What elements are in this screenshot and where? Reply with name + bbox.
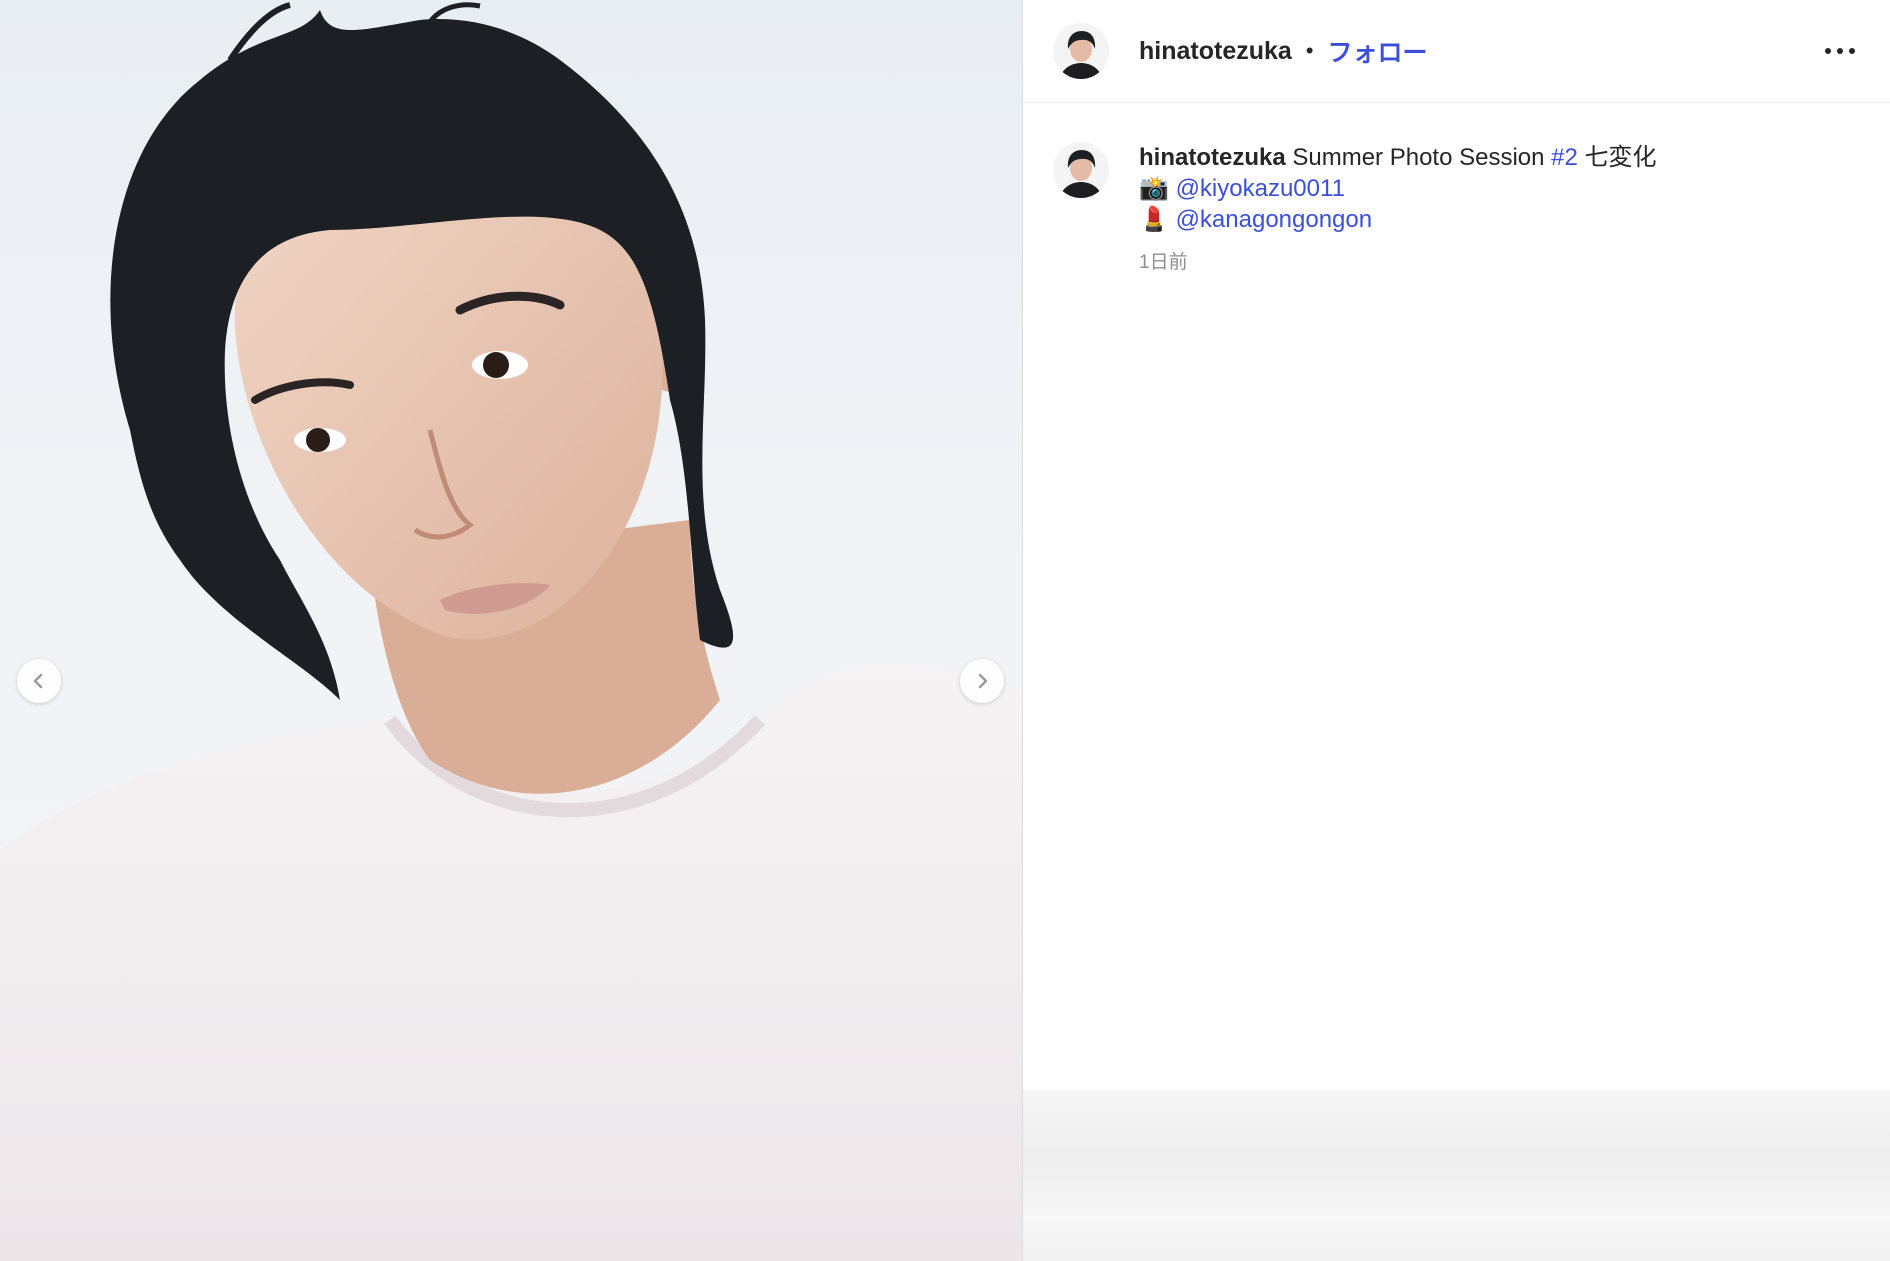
lipstick-emoji-icon: 💄 — [1139, 206, 1169, 233]
makeup-mention-link[interactable]: @kanagongongon — [1176, 206, 1373, 233]
post-timestamp[interactable]: 1日前 — [1139, 247, 1657, 278]
chevron-right-icon — [978, 673, 988, 689]
more-horizontal-icon — [1825, 48, 1855, 54]
caption-body: hinatotezuka Summer Photo Session #2 七変化… — [1139, 142, 1657, 278]
caption-line-2: 📸 @kiyokazu0011 — [1139, 173, 1657, 204]
chevron-left-icon — [33, 673, 43, 689]
caption-username-link[interactable]: hinatotezuka — [1139, 144, 1286, 171]
separator-dot: • — [1305, 38, 1314, 63]
post-header: hinatotezuka • フォロー — [1023, 0, 1890, 103]
post-caption: hinatotezuka Summer Photo Session #2 七変化… — [1053, 142, 1657, 278]
carousel-previous-button[interactable] — [17, 659, 61, 703]
caption-line-1: hinatotezuka Summer Photo Session #2 七変化 — [1139, 142, 1657, 173]
post-side-panel: hinatotezuka • フォロー hinatotezuka Summer … — [1022, 0, 1890, 1261]
post-photo — [0, 2, 1022, 1261]
author-username-link[interactable]: hinatotezuka — [1139, 37, 1292, 66]
caption-text: Summer Photo Session — [1292, 144, 1545, 171]
post-media[interactable] — [0, 0, 1022, 1261]
camera-emoji-icon: 📸 — [1139, 175, 1169, 202]
panel-lower-area — [1023, 1090, 1890, 1261]
caption-author-avatar[interactable] — [1053, 142, 1109, 198]
author-avatar[interactable] — [1053, 23, 1109, 79]
instagram-post-view: hinatotezuka • フォロー hinatotezuka Summer … — [0, 0, 1890, 1261]
avatar-image — [1053, 142, 1109, 198]
hashtag-link[interactable]: #2 — [1551, 144, 1578, 171]
follow-button[interactable]: フォロー — [1328, 33, 1428, 69]
avatar-image — [1053, 23, 1109, 79]
caption-line-3: 💄 @kanagongongon — [1139, 204, 1657, 235]
caption-suffix: 七変化 — [1584, 144, 1657, 171]
carousel-next-button[interactable] — [960, 659, 1004, 703]
more-options-button[interactable] — [1820, 36, 1860, 66]
photographer-mention-link[interactable]: @kiyokazu0011 — [1176, 175, 1345, 202]
